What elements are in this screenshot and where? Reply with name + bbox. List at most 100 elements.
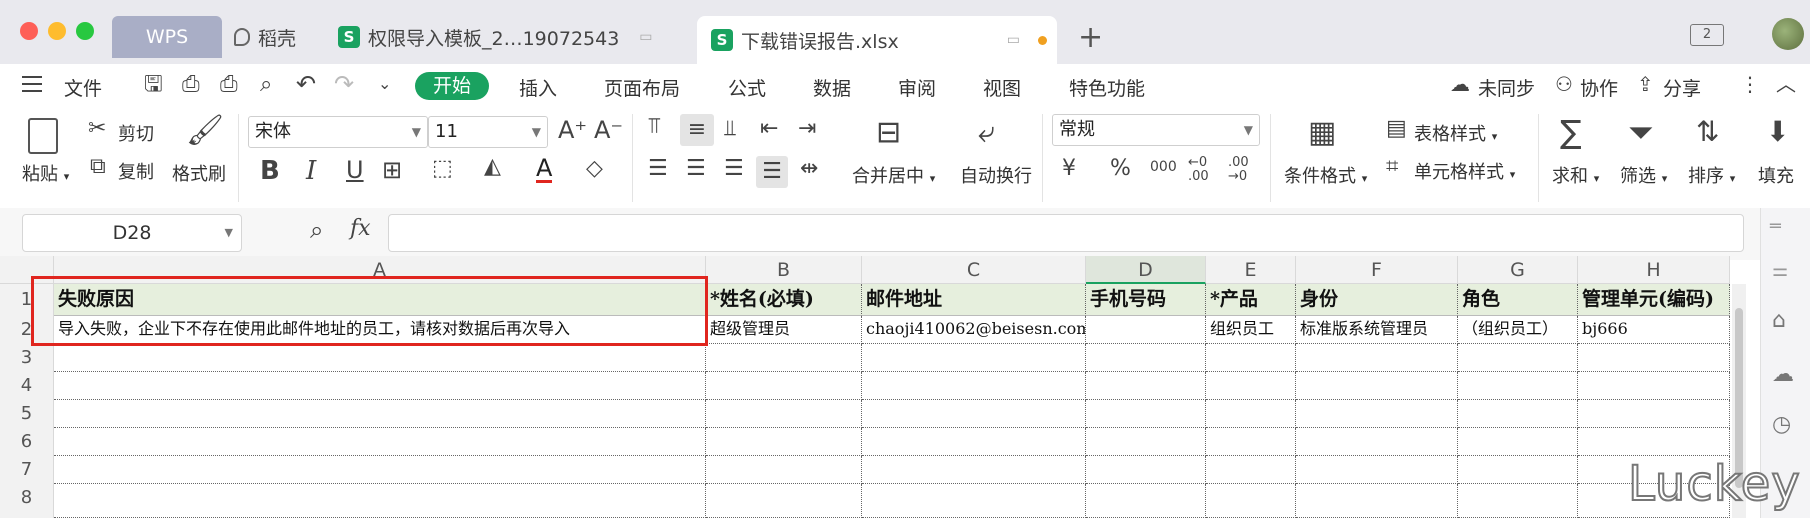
table-cell[interactable]	[1458, 428, 1578, 456]
number-format-select[interactable]: 常规 ▼	[1052, 114, 1260, 146]
formula-input[interactable]	[388, 214, 1744, 252]
align-right-icon[interactable]: ☰	[724, 158, 744, 180]
collab-button[interactable]: 协作	[1580, 74, 1618, 101]
table-cell[interactable]	[54, 400, 706, 428]
unsync-button[interactable]: 未同步	[1478, 74, 1535, 101]
table-cell[interactable]	[1206, 400, 1296, 428]
justify-icon[interactable]: ☰	[756, 156, 788, 188]
align-left-icon[interactable]: ☰	[648, 158, 668, 180]
cell-fill-icon[interactable]: ⬚	[432, 158, 453, 180]
row-header[interactable]: 6	[0, 428, 54, 456]
table-cell[interactable]	[1578, 372, 1730, 400]
menu-review[interactable]: 审阅	[898, 74, 936, 101]
tab-active-file[interactable]: S 下载错误报告.xlsx ▭	[697, 16, 1057, 64]
fill-color-icon[interactable]: ◭	[484, 156, 501, 178]
table-cell[interactable]	[1086, 372, 1206, 400]
paste-icon[interactable]	[28, 118, 58, 154]
table-cell[interactable]	[1458, 372, 1578, 400]
table-header-cell[interactable]: 邮件地址	[862, 284, 1086, 316]
distribute-icon[interactable]: ⇹	[800, 158, 818, 180]
table-cell[interactable]	[1578, 344, 1730, 372]
menu-page-layout[interactable]: 页面布局	[604, 74, 680, 101]
decrease-indent-icon[interactable]: ⇤	[760, 118, 778, 140]
table-cell[interactable]	[1086, 400, 1206, 428]
table-header-cell[interactable]: *姓名(必填)	[706, 284, 862, 316]
table-cell[interactable]	[862, 428, 1086, 456]
column-header-g[interactable]: G	[1458, 256, 1578, 284]
increase-decimal-icon[interactable]: ←0.00	[1188, 156, 1209, 184]
table-cell[interactable]	[1578, 400, 1730, 428]
table-cell[interactable]	[1458, 456, 1578, 484]
table-cell[interactable]	[1296, 484, 1458, 518]
table-cell[interactable]	[1086, 316, 1206, 344]
print-icon[interactable]: ⎙	[220, 74, 238, 96]
table-cell[interactable]	[706, 484, 862, 518]
table-header-cell[interactable]: 角色	[1458, 284, 1578, 316]
cell-style-button[interactable]: 单元格样式 ▾	[1414, 158, 1515, 184]
collapse-ribbon-icon[interactable]: ︿	[1776, 74, 1796, 94]
table-header-cell[interactable]: 手机号码	[1086, 284, 1206, 316]
format-painter-button[interactable]: 格式刷	[172, 160, 226, 186]
table-cell[interactable]: chaoji410062@beisesn.com	[862, 316, 1086, 344]
row-header[interactable]: 5	[0, 400, 54, 428]
tab-daoke[interactable]: 稻壳	[234, 16, 296, 58]
window-layout-icon[interactable]: 2	[1690, 24, 1724, 46]
slider-settings-icon[interactable]: ⚌	[1772, 262, 1788, 280]
share-button[interactable]: 分享	[1663, 74, 1701, 101]
font-name-select[interactable]: 宋体 ▼	[248, 116, 428, 148]
table-cell[interactable]	[54, 456, 706, 484]
table-cell[interactable]	[1206, 372, 1296, 400]
table-cell[interactable]	[1206, 456, 1296, 484]
menu-view[interactable]: 视图	[983, 74, 1021, 101]
menu-special-features[interactable]: 特色功能	[1069, 74, 1145, 101]
save-icon[interactable]: 🖫	[144, 74, 163, 96]
menu-insert[interactable]: 插入	[519, 74, 557, 101]
table-cell[interactable]: 标准版系统管理员	[1296, 316, 1458, 344]
italic-icon[interactable]: I	[306, 158, 316, 184]
tab-template[interactable]: S 权限导入模板_2…19072543 ▭	[338, 16, 653, 58]
new-tab-plus-icon[interactable]: +	[1078, 20, 1103, 55]
row-header[interactable]: 4	[0, 372, 54, 400]
table-cell[interactable]	[706, 456, 862, 484]
table-cell[interactable]: 超级管理员	[706, 316, 862, 344]
table-cell[interactable]	[862, 344, 1086, 372]
row-header[interactable]: 7	[0, 456, 54, 484]
column-header-b[interactable]: B	[706, 256, 862, 284]
table-cell[interactable]	[1206, 344, 1296, 372]
currency-icon[interactable]: ¥	[1062, 158, 1076, 180]
sort-button[interactable]: 排序 ▾	[1688, 162, 1735, 188]
hamburger-menu-icon[interactable]	[22, 76, 42, 92]
fill-button[interactable]: 填充	[1758, 162, 1794, 188]
table-cell[interactable]: 组织员工	[1206, 316, 1296, 344]
more-icon[interactable]: ⋮	[1740, 74, 1760, 94]
font-color-icon[interactable]: A	[536, 156, 553, 183]
table-cell[interactable]	[1086, 456, 1206, 484]
tab-wps[interactable]: WPS	[112, 16, 222, 58]
table-cell[interactable]	[54, 372, 706, 400]
underline-icon[interactable]: U	[346, 158, 364, 182]
menu-formula[interactable]: 公式	[728, 74, 766, 101]
decrease-decimal-icon[interactable]: .00 →0	[1228, 156, 1249, 184]
table-header-cell[interactable]: 身份	[1296, 284, 1458, 316]
increase-indent-icon[interactable]: ⇥	[798, 118, 816, 140]
zoom-search-icon[interactable]: ⌕	[310, 218, 323, 242]
table-cell[interactable]	[54, 428, 706, 456]
clear-format-icon[interactable]: ◇	[586, 158, 603, 180]
font-size-select[interactable]: 11 ▼	[428, 116, 548, 148]
align-middle-icon[interactable]: ≡	[680, 114, 714, 146]
table-cell[interactable]	[1086, 428, 1206, 456]
column-header-f[interactable]: F	[1296, 256, 1458, 284]
table-cell[interactable]: （组织员工）	[1458, 316, 1578, 344]
increase-font-icon[interactable]: A⁺	[558, 118, 587, 142]
table-cell[interactable]	[1458, 344, 1578, 372]
table-cell[interactable]	[706, 428, 862, 456]
undo-icon[interactable]: ↶	[296, 72, 316, 96]
menu-data[interactable]: 数据	[813, 74, 851, 101]
auto-wrap-button[interactable]: 自动换行	[960, 162, 1032, 188]
redo-icon[interactable]: ↷	[334, 72, 354, 96]
print-preview-icon[interactable]: ⌕	[260, 74, 272, 96]
quick-access-dropdown-icon[interactable]: ⌄	[378, 76, 391, 92]
shape-icon[interactable]: ⌂	[1772, 310, 1786, 332]
table-header-cell[interactable]: 管理单元(编码)	[1578, 284, 1730, 316]
bold-icon[interactable]: B	[260, 158, 280, 184]
